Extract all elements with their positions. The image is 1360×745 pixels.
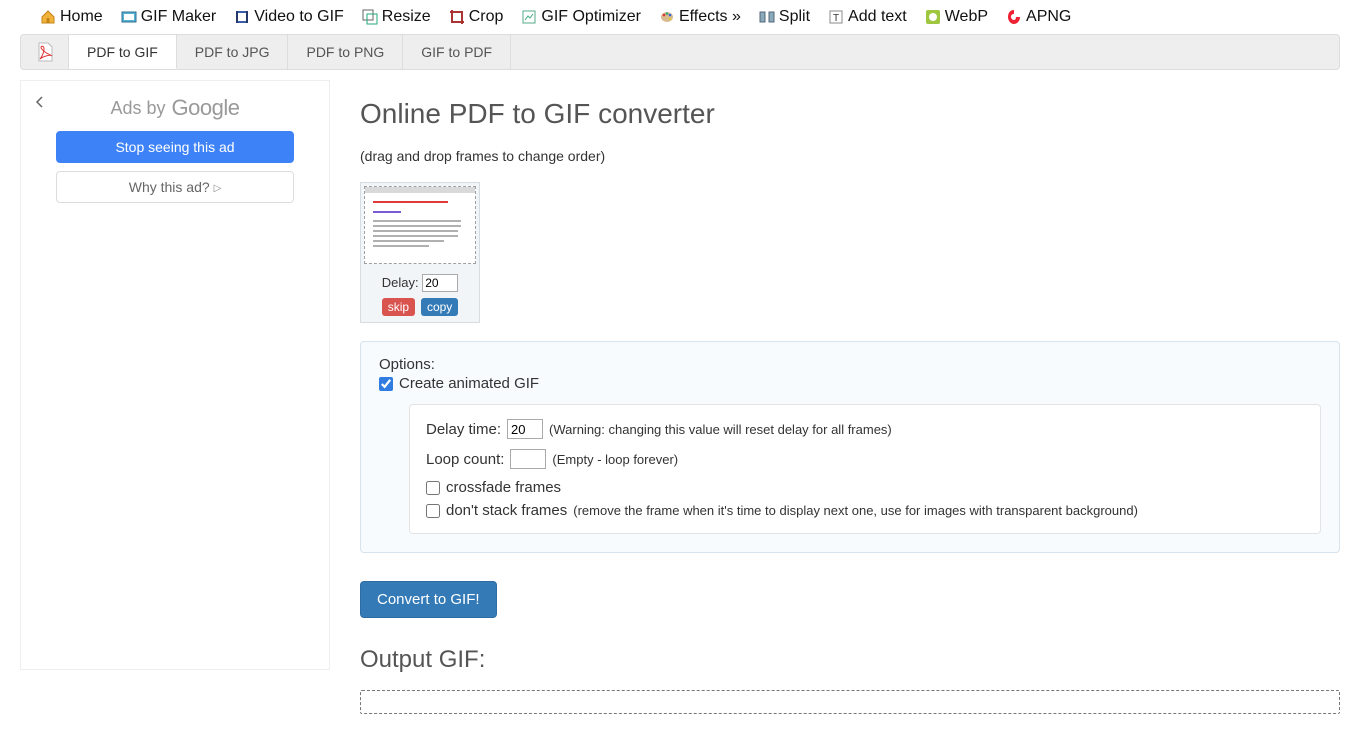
ad-sidebar: Ads by Google Stop seeing this ad Why th… — [20, 80, 330, 670]
optimize-icon — [521, 9, 537, 25]
split-icon — [759, 9, 775, 25]
home-icon — [40, 9, 56, 25]
addtext-icon: T — [828, 9, 844, 25]
loop-count-label: Loop count: — [426, 451, 504, 468]
nav-home[interactable]: Home — [40, 8, 103, 26]
video-icon — [234, 9, 250, 25]
nav-label: Resize — [382, 8, 431, 26]
apng-icon — [1006, 9, 1022, 25]
nav-apng[interactable]: APNG — [1006, 8, 1071, 26]
webp-icon — [925, 9, 941, 25]
page-title: Online PDF to GIF converter — [360, 98, 1340, 130]
delay-time-row: Delay time: (Warning: changing this valu… — [426, 419, 1304, 439]
tab-label: PDF to JPG — [195, 44, 270, 60]
dont-stack-hint: (remove the frame when it's time to disp… — [573, 503, 1138, 518]
frame-delay-input[interactable] — [422, 274, 458, 292]
nav-label: Crop — [469, 8, 504, 26]
frame-copy-button[interactable]: copy — [421, 298, 458, 316]
nav-label: Split — [779, 8, 810, 26]
loop-count-input[interactable] — [510, 449, 546, 469]
resize-icon — [362, 9, 378, 25]
pdf-icon — [21, 35, 69, 69]
frame-card[interactable]: Delay: skip copy — [360, 182, 480, 323]
maker-icon — [121, 9, 137, 25]
create-animated-label: Create animated GIF — [399, 375, 539, 392]
button-label: Stop seeing this ad — [115, 139, 234, 155]
tabbar: PDF to GIF PDF to JPG PDF to PNG GIF to … — [20, 34, 1340, 70]
delay-time-label: Delay time: — [426, 421, 501, 438]
frame-delay-row: Delay: — [364, 274, 476, 292]
top-nav: Home GIF Maker Video to GIF Resize Crop … — [0, 0, 1360, 34]
output-heading: Output GIF: — [360, 646, 1340, 674]
nav-label: Home — [60, 8, 103, 26]
options-panel: Options: Create animated GIF Delay time:… — [360, 341, 1340, 553]
crop-icon — [449, 9, 465, 25]
dont-stack-row[interactable]: don't stack frames (remove the frame whe… — [426, 502, 1304, 519]
create-animated-checkbox[interactable] — [379, 377, 393, 391]
nav-label: WebP — [945, 8, 988, 26]
dropdown-triangle-icon: ▷ — [214, 183, 222, 194]
effects-icon — [659, 9, 675, 25]
back-arrow-icon[interactable] — [33, 95, 47, 109]
svg-text:T: T — [833, 13, 839, 24]
tab-label: GIF to PDF — [421, 44, 492, 60]
crossfade-row[interactable]: crossfade frames — [426, 479, 1304, 496]
output-area — [360, 690, 1340, 714]
frame-actions: skip copy — [364, 298, 476, 316]
nav-label: APNG — [1026, 8, 1071, 26]
crossfade-checkbox[interactable] — [426, 481, 440, 495]
nav-add-text[interactable]: T Add text — [828, 8, 907, 26]
tab-label: PDF to GIF — [87, 44, 158, 60]
ads-by-text: Ads by — [111, 98, 166, 119]
delay-label: Delay: — [382, 275, 419, 290]
nav-label: Video to GIF — [254, 8, 344, 26]
tab-pdf-to-gif[interactable]: PDF to GIF — [69, 35, 177, 69]
why-this-ad-button[interactable]: Why this ad? ▷ — [56, 171, 294, 203]
delay-time-input[interactable] — [507, 419, 543, 439]
nav-effects[interactable]: Effects » — [659, 8, 741, 26]
loop-count-row: Loop count: (Empty - loop forever) — [426, 449, 1304, 469]
nav-webp[interactable]: WebP — [925, 8, 988, 26]
nav-split[interactable]: Split — [759, 8, 810, 26]
nav-video-to-gif[interactable]: Video to GIF — [234, 8, 344, 26]
nav-resize[interactable]: Resize — [362, 8, 431, 26]
options-heading: Options: — [379, 356, 1321, 373]
reorder-hint: (drag and drop frames to change order) — [360, 148, 1340, 164]
convert-button[interactable]: Convert to GIF! — [360, 581, 497, 618]
tab-pdf-to-jpg[interactable]: PDF to JPG — [177, 35, 289, 69]
tab-pdf-to-png[interactable]: PDF to PNG — [288, 35, 403, 69]
nav-label: GIF Maker — [141, 8, 217, 26]
nav-label: GIF Optimizer — [541, 8, 641, 26]
frame-thumbnail[interactable] — [364, 186, 476, 264]
ads-by-label: Ads by Google — [31, 95, 319, 121]
frame-skip-button[interactable]: skip — [382, 298, 415, 316]
tab-label: PDF to PNG — [306, 44, 384, 60]
main-content: Online PDF to GIF converter (drag and dr… — [360, 80, 1340, 714]
stop-seeing-ad-button[interactable]: Stop seeing this ad — [56, 131, 294, 163]
crossfade-label: crossfade frames — [446, 479, 561, 496]
nav-gif-maker[interactable]: GIF Maker — [121, 8, 217, 26]
dont-stack-checkbox[interactable] — [426, 504, 440, 518]
dont-stack-label: don't stack frames — [446, 502, 567, 519]
tab-gif-to-pdf[interactable]: GIF to PDF — [403, 35, 511, 69]
button-label: Why this ad? — [129, 179, 210, 195]
animated-options-box: Delay time: (Warning: changing this valu… — [409, 404, 1321, 534]
nav-label: Effects » — [679, 8, 741, 26]
create-animated-row[interactable]: Create animated GIF — [379, 375, 1321, 392]
nav-crop[interactable]: Crop — [449, 8, 504, 26]
loop-hint-text: (Empty - loop forever) — [552, 452, 678, 467]
delay-warning-text: (Warning: changing this value will reset… — [549, 422, 892, 437]
nav-label: Add text — [848, 8, 907, 26]
google-logo-text: Google — [172, 95, 240, 121]
nav-gif-optimizer[interactable]: GIF Optimizer — [521, 8, 641, 26]
